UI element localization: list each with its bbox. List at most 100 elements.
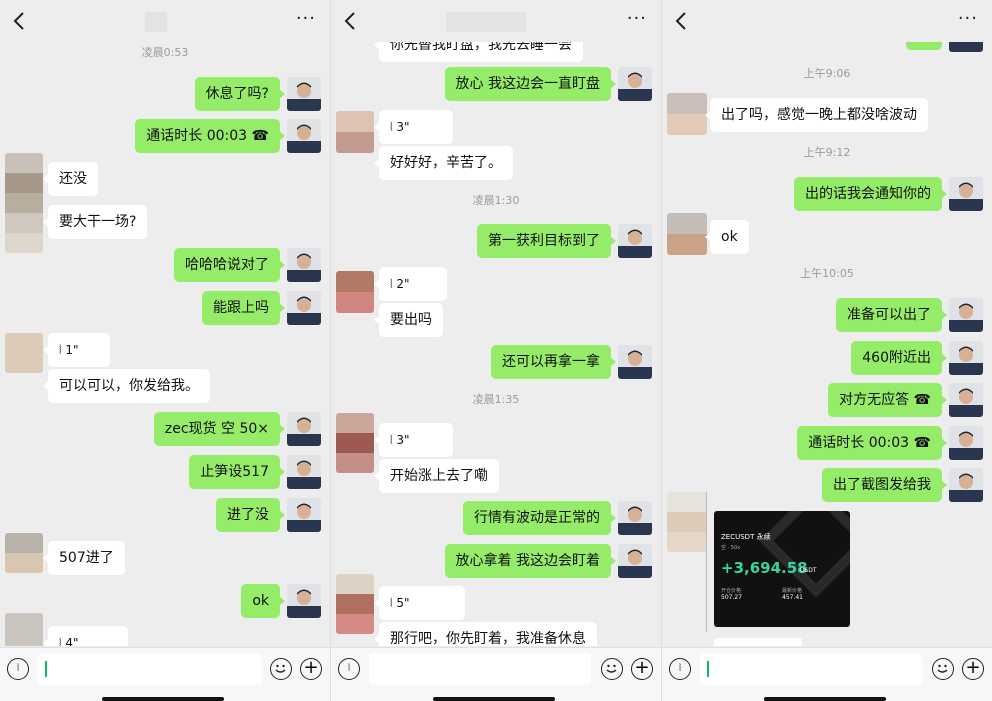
chat-header: ··· bbox=[0, 0, 330, 42]
message-bubble[interactable]: 507进了 bbox=[43, 541, 125, 575]
avatar[interactable] bbox=[949, 468, 983, 502]
voice-input-icon[interactable]: ⦚ bbox=[338, 658, 360, 680]
message-bubble[interactable]: 休息了吗? bbox=[194, 77, 286, 111]
message-bubble[interactable]: 出了截图发给我 bbox=[822, 468, 947, 502]
voice-input-icon[interactable]: ⦚ bbox=[669, 658, 691, 680]
message-bubble[interactable]: ok bbox=[705, 220, 749, 254]
message-bubble[interactable]: 能跟上吗 bbox=[202, 291, 285, 325]
avatar[interactable] bbox=[949, 426, 983, 460]
message-bubble[interactable]: 出的话我会通知你的 bbox=[794, 177, 947, 211]
message-bubble[interactable]: 第一获利目标到了 bbox=[477, 224, 616, 258]
avatar[interactable] bbox=[5, 533, 43, 573]
avatar[interactable] bbox=[336, 111, 374, 153]
avatar[interactable] bbox=[336, 413, 374, 473]
voice-message-bubble[interactable]: ⦚ 4" bbox=[43, 626, 128, 646]
home-indicator bbox=[433, 697, 555, 701]
avatar[interactable] bbox=[667, 492, 707, 552]
message-bubble[interactable]: 出了吗，感觉一晚上都没啥波动 bbox=[705, 98, 928, 132]
message-bubble[interactable]: 还没 bbox=[43, 162, 98, 196]
call-duration-bubble[interactable]: 通话时长 00:03 ☎ bbox=[797, 426, 947, 460]
avatar[interactable] bbox=[949, 298, 983, 332]
message-bubble[interactable]: 好好好，辛苦了。 bbox=[374, 146, 513, 180]
plus-icon[interactable]: + bbox=[300, 658, 322, 680]
message-bubble[interactable]: 放心 我这边会一直盯盘 bbox=[444, 67, 617, 101]
avatar[interactable] bbox=[287, 119, 321, 153]
avatar[interactable] bbox=[618, 224, 652, 258]
more-icon[interactable]: ··· bbox=[958, 8, 978, 29]
avatar[interactable] bbox=[949, 177, 983, 211]
voice-message-bubble[interactable]: ⦚ 1" bbox=[43, 333, 110, 367]
message-bubble[interactable]: ok bbox=[241, 584, 285, 618]
voice-wave-icon: ⦚ bbox=[390, 596, 393, 610]
avatar[interactable] bbox=[5, 613, 43, 646]
message-input[interactable] bbox=[38, 653, 262, 685]
avatar[interactable] bbox=[5, 153, 43, 253]
avatar[interactable] bbox=[287, 584, 321, 618]
avatar[interactable] bbox=[618, 544, 652, 578]
avatar[interactable] bbox=[618, 67, 652, 101]
message-list[interactable]: 你先替我盯盘，我先去睡一会 放心 我这边会一直盯盘 ⦚ 3" 好好好，辛苦了。 … bbox=[331, 0, 661, 646]
avatar[interactable] bbox=[287, 498, 321, 532]
avatar[interactable] bbox=[667, 93, 707, 135]
more-icon[interactable]: ··· bbox=[627, 8, 647, 29]
avatar[interactable] bbox=[287, 77, 321, 111]
message-bubble[interactable]: 进了没 bbox=[216, 498, 285, 532]
message-bubble[interactable]: 行情有波动是正常的 bbox=[463, 501, 616, 535]
message-bubble[interactable]: 放心拿着 我这边会盯着 bbox=[444, 544, 617, 578]
message-bubble[interactable]: 要大干一场? bbox=[42, 205, 148, 239]
message-bubble[interactable]: 开始涨上去了嘞 bbox=[374, 459, 499, 493]
back-icon[interactable] bbox=[341, 10, 361, 32]
back-icon[interactable] bbox=[10, 10, 30, 32]
phone-icon: ☎ bbox=[913, 435, 931, 451]
emoji-icon[interactable] bbox=[270, 658, 292, 680]
avatar[interactable] bbox=[618, 345, 652, 379]
avatar[interactable] bbox=[5, 333, 43, 373]
message-list[interactable]: 凌晨0:53 休息了吗? 通话时长 00:03 ☎ 还没 要大干一场? 哈哈哈说… bbox=[0, 0, 330, 646]
chat-panel-3: 上午9:06 出了吗，感觉一晚上都没啥波动 上午9:12 出的话我会通知你的 o… bbox=[662, 0, 992, 701]
plus-icon[interactable]: + bbox=[631, 658, 653, 680]
voice-wave-icon: ⦚ bbox=[59, 343, 62, 357]
phone-icon: ☎ bbox=[251, 128, 269, 144]
message-bubble[interactable]: 460附近出 bbox=[851, 341, 947, 375]
avatar[interactable] bbox=[336, 271, 374, 313]
avatar[interactable] bbox=[336, 574, 374, 634]
avatar[interactable] bbox=[287, 455, 321, 489]
voice-message-bubble[interactable]: ⦚ 3" bbox=[374, 110, 453, 144]
message-bubble[interactable]: 哈哈哈说对了 bbox=[174, 248, 285, 282]
avatar[interactable] bbox=[949, 383, 983, 417]
message-bubble[interactable]: zec现货 空 50× bbox=[153, 412, 286, 446]
message-bubble[interactable]: 那行吧，你先盯着，我准备休息 bbox=[374, 622, 597, 646]
message-bubble[interactable]: 还可以再拿一拿 bbox=[491, 345, 616, 379]
message-bubble[interactable] bbox=[714, 638, 802, 646]
message-bubble[interactable]: 可以可以，你发给我。 bbox=[43, 369, 210, 403]
pnl-screenshot-card[interactable]: ZECUSDT 永续 空 · 50x +3,694.58 USDT 开仓价格 5… bbox=[714, 511, 850, 627]
timestamp: 上午10:05 bbox=[800, 267, 854, 280]
emoji-icon[interactable] bbox=[932, 658, 954, 680]
call-status-bubble[interactable]: 对方无应答 ☎ bbox=[828, 383, 947, 417]
avatar[interactable] bbox=[667, 213, 707, 255]
voice-message-bubble[interactable]: ⦚ 2" bbox=[374, 267, 447, 301]
text-caret bbox=[45, 661, 47, 677]
call-duration-bubble[interactable]: 通话时长 00:03 ☎ bbox=[135, 119, 285, 153]
voice-message-bubble[interactable]: ⦚ 5" bbox=[374, 586, 465, 620]
avatar[interactable] bbox=[287, 291, 321, 325]
back-icon[interactable] bbox=[672, 10, 692, 32]
message-list[interactable]: 上午9:06 出了吗，感觉一晚上都没啥波动 上午9:12 出的话我会通知你的 o… bbox=[662, 0, 992, 646]
message-bubble[interactable]: 止笋设517 bbox=[189, 455, 285, 489]
chat-panel-1: 凌晨0:53 休息了吗? 通话时长 00:03 ☎ 还没 要大干一场? 哈哈哈说… bbox=[0, 0, 330, 701]
message-bubble[interactable]: 准备可以出了 bbox=[836, 298, 947, 332]
more-icon[interactable]: ··· bbox=[296, 8, 316, 29]
emoji-icon[interactable] bbox=[601, 658, 623, 680]
avatar[interactable] bbox=[287, 248, 321, 282]
message-bubble[interactable]: 要出吗 bbox=[374, 303, 443, 337]
home-indicator bbox=[764, 697, 886, 701]
input-bar: ⦚ + bbox=[331, 647, 661, 701]
avatar[interactable] bbox=[618, 501, 652, 535]
message-input[interactable] bbox=[369, 653, 591, 685]
avatar[interactable] bbox=[287, 412, 321, 446]
voice-message-bubble[interactable]: ⦚ 3" bbox=[374, 423, 453, 457]
voice-input-icon[interactable]: ⦚ bbox=[7, 658, 29, 680]
avatar[interactable] bbox=[949, 341, 983, 375]
plus-icon[interactable]: + bbox=[962, 658, 984, 680]
message-input[interactable] bbox=[700, 653, 922, 685]
